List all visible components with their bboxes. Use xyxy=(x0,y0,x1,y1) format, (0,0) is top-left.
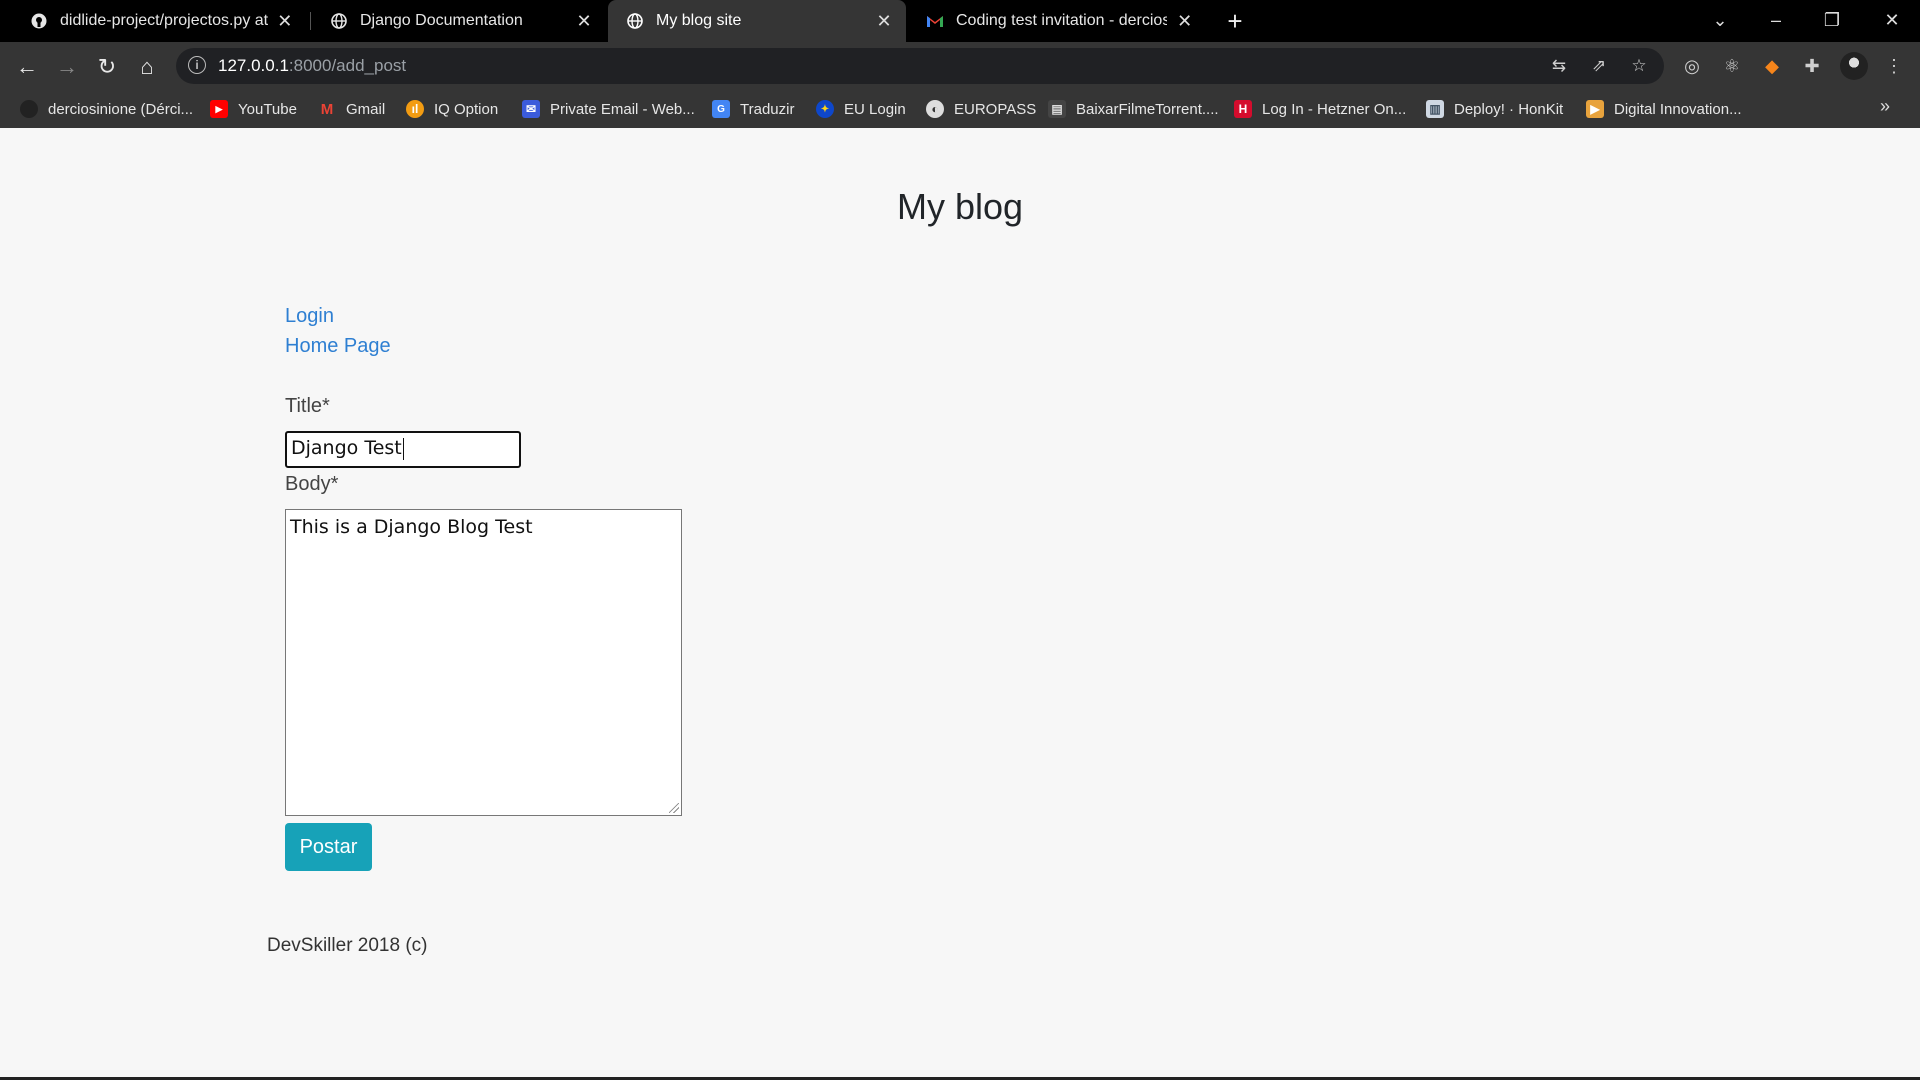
close-icon[interactable]: ✕ xyxy=(874,11,894,32)
extension-target-icon[interactable]: ◎ xyxy=(1678,52,1706,80)
address-bar[interactable]: i 127.0.0.1:8000/add_post ⇆ ⇗ ☆ xyxy=(176,48,1664,84)
bookmark-label: Gmail xyxy=(346,100,386,118)
footer-text: DevSkiller 2018 (c) xyxy=(267,935,428,956)
title-input-value: Django Test xyxy=(291,437,402,459)
email-icon: ✉ xyxy=(522,100,540,118)
bookmark-label: BaixarFilmeTorrent.... xyxy=(1076,100,1219,118)
url-text: 127.0.0.1:8000/add_post xyxy=(218,56,406,76)
close-icon[interactable]: ✕ xyxy=(276,11,294,32)
submit-post-button[interactable]: Postar xyxy=(285,823,372,871)
bookmark-baixarfilme[interactable]: ▤ BaixarFilmeTorrent.... xyxy=(1048,96,1219,122)
close-icon[interactable]: ✕ xyxy=(1175,11,1194,32)
home-page-link[interactable]: Home Page xyxy=(285,335,391,358)
globe-icon xyxy=(626,12,644,30)
url-host: 127.0.0.1 xyxy=(218,56,289,75)
dio-icon: ▶ xyxy=(1586,100,1604,118)
bookmark-dio[interactable]: ▶ Digital Innovation... xyxy=(1586,96,1742,122)
bookmark-star-icon[interactable]: ☆ xyxy=(1628,55,1650,77)
back-button[interactable]: ← xyxy=(12,52,42,82)
close-icon[interactable]: ✕ xyxy=(574,11,594,32)
tab-title: My blog site xyxy=(656,12,742,29)
bookmark-label: EU Login xyxy=(844,100,906,118)
tab-title: Django Documentation xyxy=(360,12,523,29)
body-textarea[interactable]: This is a Django Blog Test xyxy=(285,509,682,816)
tab-title: didlide-project/projectos.py at m xyxy=(60,12,268,29)
bookmark-label: Digital Innovation... xyxy=(1614,100,1742,118)
share-icon[interactable]: ⇗ xyxy=(1588,55,1610,77)
text-caret xyxy=(402,437,404,460)
bookmark-label: Traduzir xyxy=(740,100,795,118)
tab-gmail[interactable]: Coding test invitation - derciosin ✕ xyxy=(908,0,1206,42)
tab-github[interactable]: didlide-project/projectos.py at m ✕ xyxy=(12,0,306,42)
bookmark-label: YouTube xyxy=(238,100,297,118)
translate-icon[interactable]: ⇆ xyxy=(1548,55,1570,77)
gmail-icon: M xyxy=(320,100,334,118)
extensions-puzzle-icon[interactable]: ✚ xyxy=(1798,52,1826,80)
forward-button[interactable]: → xyxy=(52,52,82,82)
film-icon: ▤ xyxy=(1048,100,1066,118)
eu-icon: ✦ xyxy=(816,100,834,118)
title-label: Title* xyxy=(285,395,330,417)
menu-kebab-icon[interactable]: ⋮ xyxy=(1880,52,1908,80)
bookmark-label: Private Email - Web... xyxy=(550,100,695,118)
login-link[interactable]: Login xyxy=(285,305,334,328)
github-icon xyxy=(20,100,38,118)
bookmark-honkit[interactable]: ▥ Deploy! · HonKit xyxy=(1426,96,1563,122)
tab-title: Coding test invitation - derciosin xyxy=(956,12,1168,29)
bookmarks-overflow-icon[interactable]: » xyxy=(1880,96,1890,117)
info-icon[interactable]: i xyxy=(188,56,206,74)
bookmark-gmail[interactable]: M Gmail xyxy=(318,96,385,122)
avatar[interactable] xyxy=(1840,52,1868,80)
bookmark-label: Deploy! · HonKit xyxy=(1454,100,1564,118)
github-icon xyxy=(30,12,48,30)
gmail-icon xyxy=(926,12,944,30)
globe-icon xyxy=(330,12,348,30)
bookmark-youtube[interactable]: ▶ YouTube xyxy=(210,96,297,122)
tab-search-chevron-icon[interactable]: ⌄ xyxy=(1692,0,1748,42)
url-path: :8000/add_post xyxy=(288,56,407,75)
bookmark-label: derciosinione (Dérci... xyxy=(48,100,194,118)
youtube-icon: ▶ xyxy=(210,100,228,118)
bookmark-traduzir[interactable]: G Traduzir xyxy=(712,96,794,122)
tab-my-blog[interactable]: My blog site ✕ xyxy=(608,0,906,42)
bookmark-eu-login[interactable]: ✦ EU Login xyxy=(816,96,906,122)
bookmark-derciosinione[interactable]: derciosinione (Dérci... xyxy=(20,96,193,122)
minimize-button[interactable]: – xyxy=(1748,0,1804,42)
home-button[interactable]: ⌂ xyxy=(132,52,162,82)
tab-separator xyxy=(310,12,311,30)
bookmark-label: Log In - Hetzner On... xyxy=(1262,100,1407,118)
bookmark-europass[interactable]: ◐ EUROPASS xyxy=(926,96,1036,122)
hetzner-icon: H xyxy=(1234,100,1252,118)
bookmark-iq-option[interactable]: ıl IQ Option xyxy=(406,96,498,122)
bookmark-hetzner[interactable]: H Log In - Hetzner On... xyxy=(1234,96,1406,122)
page-title: My blog xyxy=(896,186,1024,227)
iq-option-icon: ıl xyxy=(406,100,424,118)
bookmark-private-email[interactable]: ✉ Private Email - Web... xyxy=(522,96,695,122)
body-label: Body* xyxy=(285,473,339,495)
body-textarea-value: This is a Django Blog Test xyxy=(290,516,533,538)
restore-button[interactable]: ❐ xyxy=(1804,0,1860,42)
bookmark-label: IQ Option xyxy=(434,100,499,118)
new-tab-button[interactable]: + xyxy=(1220,6,1250,36)
close-window-button[interactable]: ✕ xyxy=(1864,0,1920,42)
react-devtools-icon[interactable]: ⚛ xyxy=(1718,52,1746,80)
translate-icon: G xyxy=(712,100,730,118)
title-input[interactable]: Django Test xyxy=(285,431,521,468)
tab-django-docs[interactable]: Django Documentation ✕ xyxy=(312,0,606,42)
bookmark-label: EUROPASS xyxy=(954,100,1037,118)
globe-icon: ◐ xyxy=(926,100,944,118)
book-icon: ▥ xyxy=(1426,100,1444,118)
resize-handle-icon[interactable] xyxy=(669,803,679,813)
reload-button[interactable]: ↻ xyxy=(92,52,122,82)
metamask-icon[interactable]: ◆ xyxy=(1758,52,1786,80)
